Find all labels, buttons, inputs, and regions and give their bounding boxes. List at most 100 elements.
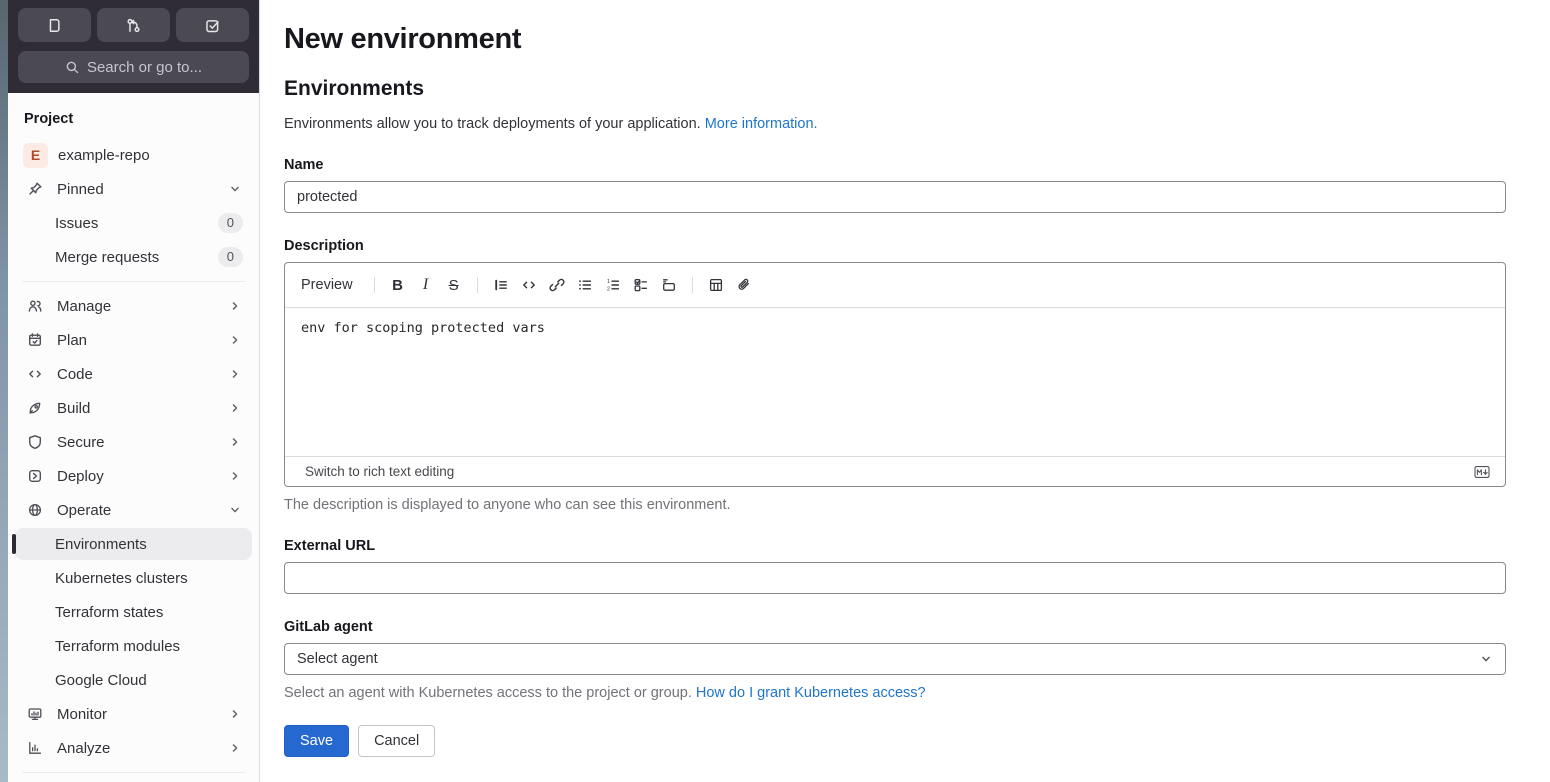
attach-file-icon bbox=[738, 278, 749, 290]
form-actions: Save Cancel bbox=[284, 725, 1506, 757]
toolbar-separator bbox=[373, 277, 375, 293]
deploy-icon bbox=[27, 468, 43, 484]
sidebar-item-operate[interactable]: Operate bbox=[15, 494, 252, 526]
chevron-down-icon bbox=[228, 182, 242, 196]
table-button[interactable] bbox=[703, 272, 729, 298]
sidebar-item-environments[interactable]: Environments bbox=[12, 528, 252, 560]
code-icon bbox=[27, 366, 43, 382]
sidebar-item-monitor[interactable]: Monitor bbox=[15, 698, 252, 730]
todo-shortcut-button[interactable] bbox=[176, 8, 249, 42]
rocket-icon bbox=[27, 400, 43, 416]
description-help-text: The description is displayed to anyone w… bbox=[284, 497, 731, 513]
sidebar-item-kubernetes-clusters[interactable]: Kubernetes clusters bbox=[15, 562, 252, 594]
search-label: Search or go to... bbox=[86, 58, 203, 76]
sidebar-nav: Project E example-repo Pinned Issues 0 M… bbox=[8, 93, 259, 782]
quote-button[interactable] bbox=[488, 272, 514, 298]
merge-requests-shortcut-button[interactable] bbox=[97, 8, 170, 42]
sidebar-item-issues[interactable]: Issues 0 bbox=[15, 207, 252, 239]
chevron-right-icon bbox=[228, 367, 242, 381]
bold-button[interactable]: B bbox=[385, 272, 411, 298]
switch-to-rich-text-button[interactable]: Switch to rich text editing bbox=[305, 464, 454, 479]
sidebar-item-label: Code bbox=[57, 365, 93, 383]
svg-text:2: 2 bbox=[607, 287, 610, 293]
toolbar-separator bbox=[476, 277, 478, 293]
issues-count-badge: 0 bbox=[217, 213, 243, 233]
kubernetes-access-link[interactable]: How do I grant Kubernetes access? bbox=[696, 685, 926, 701]
sidebar-item-label: Build bbox=[57, 399, 91, 417]
sidebar-item-label: Analyze bbox=[57, 739, 111, 757]
merge-request-shortcut-icon bbox=[125, 17, 142, 34]
chart-icon bbox=[27, 740, 43, 756]
sidebar-item-label: Manage bbox=[57, 297, 112, 315]
sidebar-item-manage[interactable]: Manage bbox=[15, 290, 252, 322]
sidebar-item-terraform-modules[interactable]: Terraform modules bbox=[15, 630, 252, 662]
calendar-icon bbox=[27, 332, 43, 348]
sidebar-item-label: Kubernetes clusters bbox=[55, 569, 188, 587]
bold-icon: B bbox=[392, 276, 403, 294]
agent-help-text: Select an agent with Kubernetes access t… bbox=[284, 685, 1506, 701]
strikethrough-button[interactable]: S bbox=[441, 272, 467, 298]
chevron-right-icon bbox=[228, 707, 242, 721]
sidebar-item-merge-requests[interactable]: Merge requests 0 bbox=[15, 241, 252, 273]
description-textarea[interactable]: env for scoping protected vars bbox=[285, 308, 1505, 451]
preview-button[interactable]: Preview bbox=[301, 277, 353, 293]
sidebar-item-terraform-states[interactable]: Terraform states bbox=[15, 596, 252, 628]
link-button[interactable] bbox=[544, 272, 570, 298]
svg-text:1: 1 bbox=[607, 279, 610, 285]
save-button[interactable]: Save bbox=[284, 725, 350, 757]
attach-file-button[interactable] bbox=[731, 272, 757, 298]
issues-shortcut-button[interactable] bbox=[18, 8, 91, 42]
project-name: example-repo bbox=[58, 146, 150, 164]
external-url-input[interactable] bbox=[284, 562, 1506, 594]
sidebar-divider bbox=[22, 281, 245, 282]
sidebar-item-code[interactable]: Code bbox=[15, 358, 252, 390]
sidebar-item-label: Terraform states bbox=[55, 603, 164, 621]
more-information-link[interactable]: More information. bbox=[705, 116, 818, 132]
sidebar-item-project[interactable]: E example-repo bbox=[15, 139, 252, 171]
sidebar-header: Search or go to... bbox=[8, 0, 259, 93]
name-label: Name bbox=[284, 157, 324, 173]
merge-requests-count-badge: 0 bbox=[217, 247, 243, 267]
sidebar-divider bbox=[22, 772, 245, 773]
code-icon bbox=[522, 281, 535, 289]
sidebar-item-plan[interactable]: Plan bbox=[15, 324, 252, 356]
chevron-right-icon bbox=[228, 401, 242, 415]
task-list-button[interactable] bbox=[628, 272, 654, 298]
main-content: New environment Environments Environment… bbox=[260, 0, 1550, 782]
todo-shortcut-icon bbox=[204, 17, 221, 34]
chevron-right-icon bbox=[228, 741, 242, 755]
search-input[interactable]: Search or go to... bbox=[18, 51, 249, 83]
task-list-icon bbox=[634, 278, 647, 292]
description-label: Description bbox=[284, 238, 364, 254]
link-icon bbox=[549, 278, 565, 292]
code-button[interactable] bbox=[516, 272, 542, 298]
name-input[interactable] bbox=[284, 181, 1506, 213]
sidebar-item-secure[interactable]: Secure bbox=[15, 426, 252, 458]
sidebar-item-analyze[interactable]: Analyze bbox=[15, 732, 252, 764]
search-icon bbox=[65, 60, 80, 75]
intro-text: Environments allow you to track deployme… bbox=[284, 116, 1506, 132]
sidebar-item-pinned[interactable]: Pinned bbox=[15, 173, 252, 205]
italic-button[interactable]: I bbox=[413, 272, 439, 298]
markdown-toolbar: Preview B I S 12 bbox=[285, 263, 1505, 308]
sidebar-item-build[interactable]: Build bbox=[15, 392, 252, 424]
sidebar-item-google-cloud[interactable]: Google Cloud bbox=[15, 664, 252, 696]
sidebar-item-label: Terraform modules bbox=[55, 637, 181, 655]
gitlab-agent-label: GitLab agent bbox=[284, 619, 373, 635]
sidebar-item-label: Google Cloud bbox=[55, 671, 147, 689]
sidebar-item-deploy[interactable]: Deploy bbox=[15, 460, 252, 492]
cancel-button[interactable]: Cancel bbox=[358, 725, 436, 757]
collapsible-section-button[interactable] bbox=[656, 272, 682, 298]
pin-icon bbox=[27, 181, 43, 197]
table-icon bbox=[709, 278, 722, 292]
sidebar-item-label: Environments bbox=[55, 535, 147, 553]
markdown-icon bbox=[1473, 465, 1491, 479]
chevron-right-icon bbox=[228, 435, 242, 449]
numbered-list-button[interactable]: 12 bbox=[600, 272, 626, 298]
bullet-list-button[interactable] bbox=[572, 272, 598, 298]
project-section-label: Project bbox=[24, 111, 74, 127]
chevron-right-icon bbox=[228, 469, 242, 483]
agent-select[interactable]: Select agent bbox=[284, 643, 1506, 675]
shield-icon bbox=[27, 434, 43, 450]
monitor-icon bbox=[27, 706, 43, 722]
